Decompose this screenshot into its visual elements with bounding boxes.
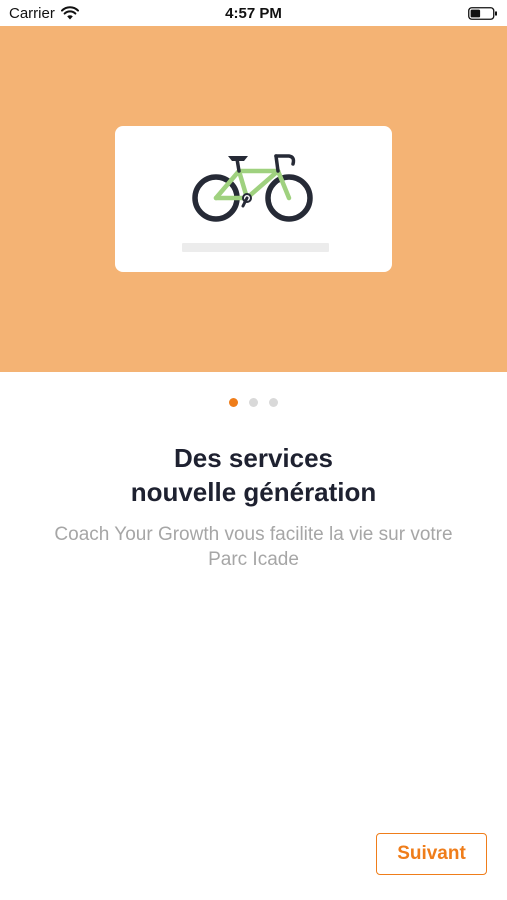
page-indicator [0, 398, 507, 407]
title-line-1: Des services [173, 443, 334, 473]
subtitle-line-1: Coach Your Growth vous facilite la vie s… [54, 524, 453, 545]
onboarding-title: Des services nouvelle génération [20, 441, 487, 509]
status-bar: Carrier 4:57 PM [0, 0, 507, 26]
title-line-2: nouvelle génération [130, 477, 377, 507]
clock: 4:57 PM [225, 5, 282, 22]
onboarding-subtitle: Coach Your Growth vous facilite la vie s… [30, 522, 477, 572]
illustration-card [115, 126, 392, 272]
next-button[interactable]: Suivant [376, 833, 487, 875]
battery-icon [468, 7, 497, 20]
bicycle-icon [192, 154, 313, 222]
onboarding-screen: Carrier 4:57 PM Des services nouvelle gé… [0, 0, 507, 900]
page-dot-3[interactable] [269, 398, 278, 407]
page-dot-1[interactable] [229, 398, 238, 407]
subtitle-line-2: Parc Icade [208, 549, 299, 570]
hero-banner [0, 26, 507, 372]
illustration-caption-placeholder [182, 243, 329, 252]
page-dot-2[interactable] [249, 398, 258, 407]
